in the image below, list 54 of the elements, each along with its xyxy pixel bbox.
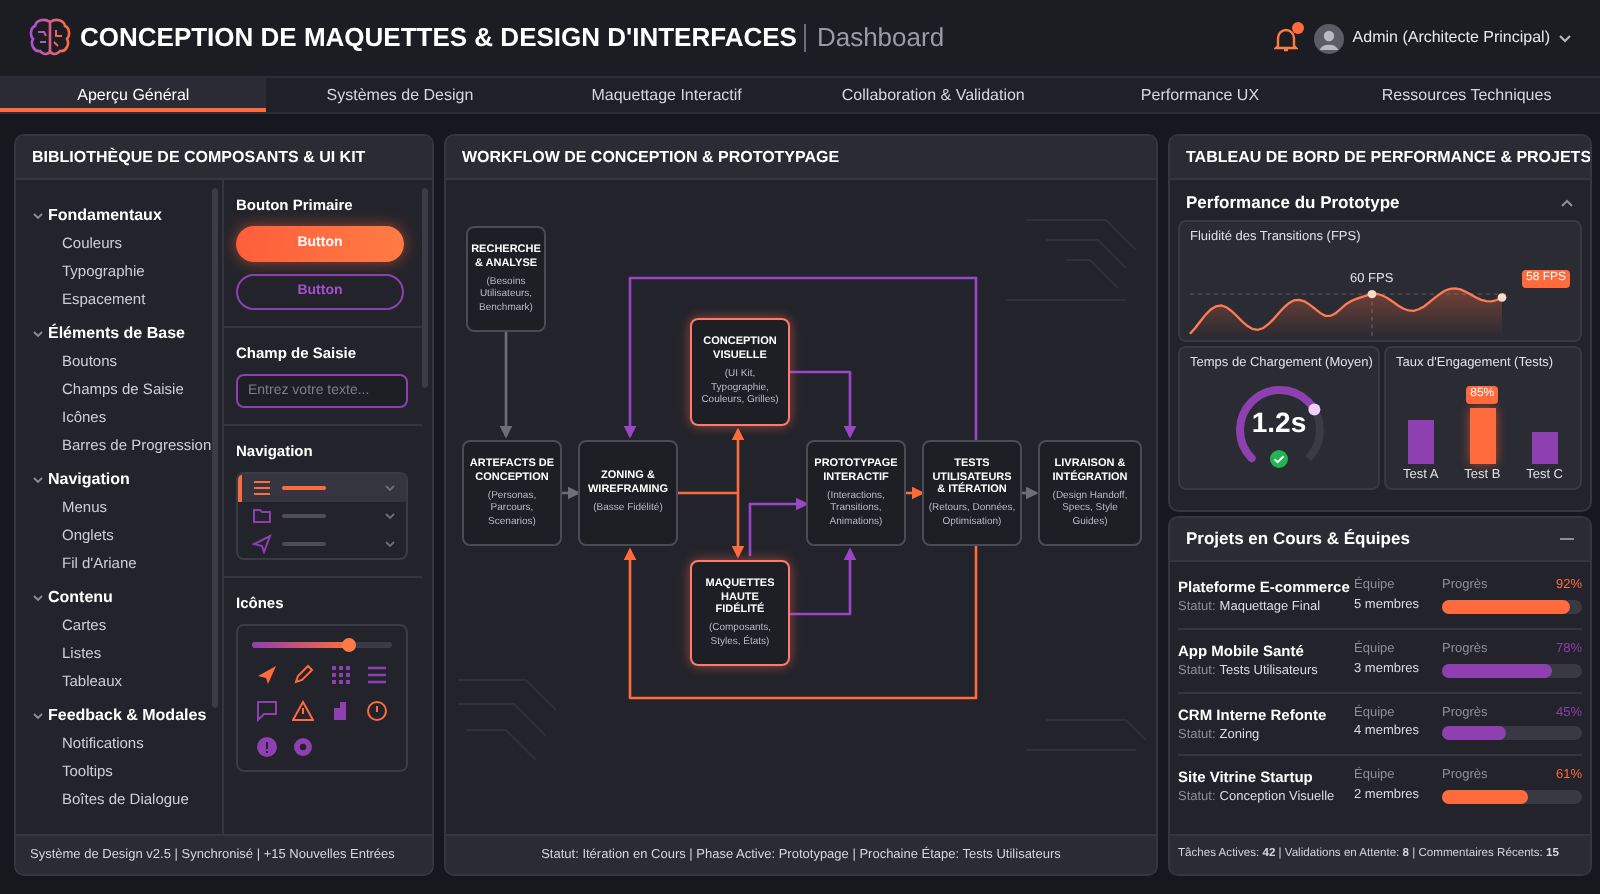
page-subtitle: Dashboard xyxy=(804,24,945,52)
alert-icon xyxy=(366,700,389,722)
grid-icon xyxy=(329,664,352,686)
slider-track[interactable] xyxy=(252,642,392,648)
panel-title: BIBLIOTHÈQUE DE COMPOSANTS & UI KIT xyxy=(16,136,432,180)
nav-tab[interactable]: Ressources Techniques xyxy=(1333,78,1600,112)
connector-arrow xyxy=(906,486,925,500)
nav-tab[interactable]: Systèmes de Design xyxy=(266,78,534,112)
chevron-icon[interactable] xyxy=(32,473,44,485)
nav-tab[interactable]: Performance UX xyxy=(1066,78,1334,112)
nav-menu-item[interactable] xyxy=(238,474,406,502)
gauge-thumb xyxy=(1307,402,1320,415)
connector-arrow xyxy=(562,486,581,500)
collapse-icon[interactable] xyxy=(1560,536,1574,542)
app-title: CONCEPTION DE MAQUETTES & DESIGN D'INTERFACES xyxy=(80,22,797,54)
bell-icon[interactable] xyxy=(1274,25,1299,51)
user-name[interactable]: Admin (Architecte Principal) xyxy=(1352,28,1550,48)
folder-icon xyxy=(252,506,272,526)
send-icon xyxy=(252,534,272,554)
chevron-icon[interactable] xyxy=(1560,197,1574,207)
brain-icon xyxy=(28,18,72,58)
chevron-icon xyxy=(384,539,396,549)
chevron-icon[interactable] xyxy=(32,591,44,603)
chevron-icon[interactable] xyxy=(32,327,44,339)
connector-arrow xyxy=(499,332,513,439)
connector-arrow xyxy=(1020,486,1039,500)
chevron-icon[interactable] xyxy=(32,709,44,721)
caret-icon[interactable] xyxy=(1558,33,1572,43)
alert-icon xyxy=(255,736,278,758)
avatar-icon[interactable] xyxy=(1314,23,1345,53)
tree-group[interactable]: Fondamentaux xyxy=(48,200,162,230)
tree-group[interactable]: Éléments de Base xyxy=(48,318,185,348)
menu-icon xyxy=(252,478,272,498)
nav-tab[interactable]: Maquettage Interactif xyxy=(533,78,800,112)
nav-tab[interactable]: Aperçu Général xyxy=(0,78,267,112)
warning-icon xyxy=(292,700,315,722)
slider-thumb[interactable] xyxy=(341,638,356,652)
panel-title: WORKFLOW DE CONCEPTION & PROTOTYPAGE xyxy=(446,136,1156,180)
list-icon xyxy=(366,664,389,686)
tree-group[interactable]: Feedback & Modales xyxy=(48,700,207,730)
check-icon xyxy=(1270,449,1288,468)
chevron-icon xyxy=(384,511,396,521)
pencil-icon xyxy=(292,664,315,686)
nav-tab[interactable]: Collaboration & Validation xyxy=(799,78,1067,112)
chevron-icon[interactable] xyxy=(32,209,44,221)
send-icon xyxy=(255,664,278,686)
panel-title: TABLEAU DE BORD DE PERFORMANCE & PROJETS xyxy=(1170,136,1590,180)
chevron-icon xyxy=(384,483,396,493)
panel-title: Projets en Cours & Équipes xyxy=(1186,526,1410,552)
section-title: Performance du Prototype xyxy=(1186,191,1400,213)
chat-icon xyxy=(255,700,278,722)
gauge-value: 1.2s xyxy=(1251,405,1307,439)
tree-group[interactable]: Contenu xyxy=(48,582,113,612)
tree-group[interactable]: Navigation xyxy=(48,464,130,494)
